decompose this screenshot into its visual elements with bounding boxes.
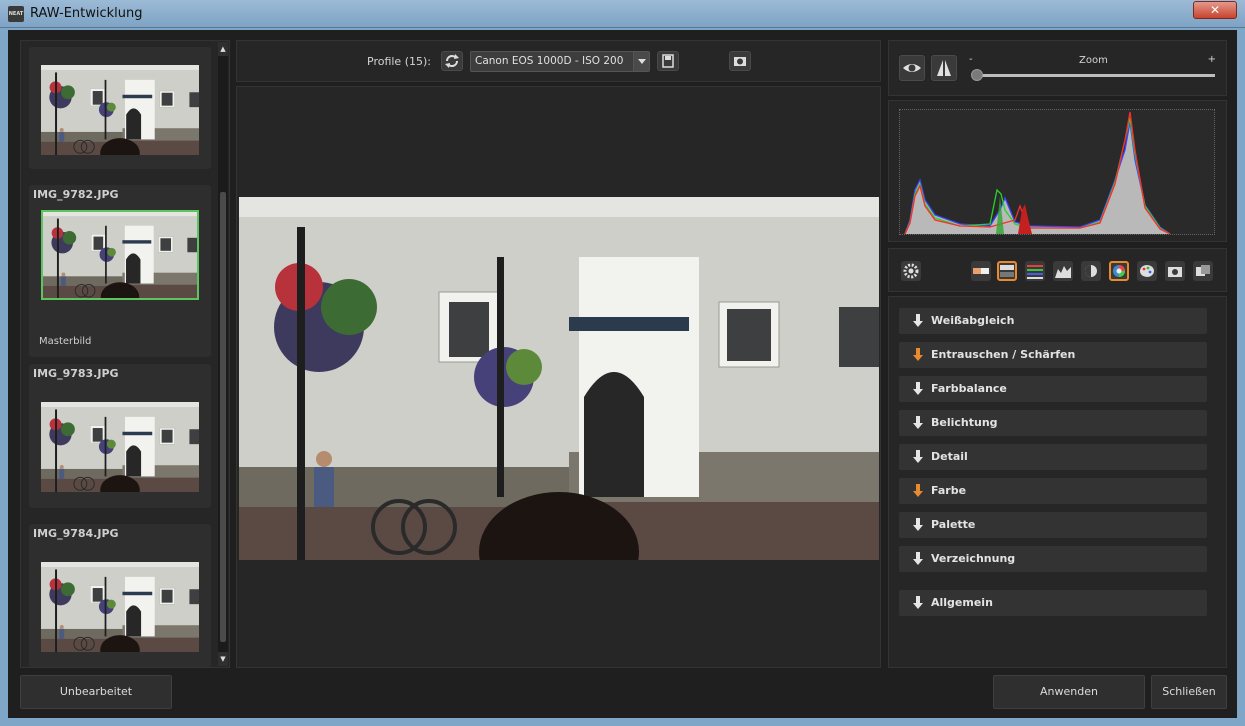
arrow-down-icon	[913, 416, 923, 429]
arrow-down-icon	[913, 382, 923, 395]
thumbnail-image[interactable]	[41, 402, 199, 492]
section-white-balance[interactable]: Weißabgleich	[899, 308, 1207, 334]
filmstrip-panel: IMG_9782.JPG Masterbild IMG_9783.JPG IMG…	[20, 40, 230, 668]
filmstrip-scrollbar[interactable]: ▲ ▼	[218, 42, 228, 666]
profile-select-value: Canon EOS 1000D - ISO 200	[475, 55, 624, 67]
section-general[interactable]: Allgemein	[899, 590, 1207, 616]
gear-icon	[903, 263, 919, 279]
preview-toggle-button[interactable]	[899, 55, 925, 81]
tool-color[interactable]	[1109, 261, 1129, 281]
refresh-icon	[445, 54, 459, 68]
tool-palette[interactable]	[1137, 261, 1157, 281]
tool-gradient[interactable]	[971, 261, 991, 281]
scroll-down-button[interactable]: ▼	[218, 652, 228, 666]
compare-button[interactable]	[931, 55, 957, 81]
window-title: RAW-Entwicklung	[30, 6, 143, 21]
section-label: Verzeichnung	[931, 552, 1016, 565]
eye-icon	[903, 64, 921, 72]
noise-icon	[1000, 265, 1014, 277]
preview-photo[interactable]	[239, 197, 879, 560]
zoom-plus-label: +	[1207, 54, 1216, 65]
arrow-down-icon	[913, 484, 923, 497]
section-color-balance[interactable]: Farbbalance	[899, 376, 1207, 402]
contrast-icon	[1085, 265, 1097, 277]
unedited-button[interactable]: Unbearbeitet	[20, 675, 172, 709]
thumbnail-image[interactable]	[41, 65, 199, 155]
palette-icon	[1140, 265, 1154, 277]
section-label: Belichtung	[931, 416, 998, 429]
tool-exposure[interactable]	[1053, 261, 1073, 281]
gradient-icon	[973, 268, 989, 274]
settings-button[interactable]	[901, 261, 921, 281]
scroll-thumb[interactable]	[220, 192, 226, 642]
tool-detail[interactable]	[1081, 261, 1101, 281]
master-image-label: Masterbild	[39, 336, 92, 347]
arrow-down-icon	[913, 518, 923, 531]
thumbnail-image[interactable]	[41, 562, 199, 652]
zoom-slider-track[interactable]	[975, 74, 1215, 77]
section-exposure[interactable]: Belichtung	[899, 410, 1207, 436]
save-profile-button[interactable]	[657, 51, 679, 71]
histogram	[899, 109, 1215, 235]
section-label: Weißabgleich	[931, 314, 1015, 327]
refresh-profile-button[interactable]	[441, 51, 463, 71]
save-icon	[662, 54, 674, 68]
title-bar: NEAT RAW-Entwicklung ✕	[0, 0, 1245, 28]
color-wheel-icon	[1113, 265, 1125, 277]
camera-icon	[1168, 267, 1182, 277]
section-label: Allgemein	[931, 596, 993, 609]
arrow-down-icon	[913, 552, 923, 565]
thumbnail-card[interactable]: IMG_9784.JPG	[29, 524, 211, 667]
app-icon: NEAT	[8, 6, 24, 22]
section-label: Palette	[931, 518, 976, 531]
section-label: Farbe	[931, 484, 967, 497]
section-distortion[interactable]: Verzeichnung	[899, 546, 1207, 572]
arrow-down-icon	[913, 450, 923, 463]
split-view-icon	[937, 60, 951, 76]
section-noise-sharpen[interactable]: Entrauschen / Schärfen	[899, 342, 1207, 368]
scroll-up-button[interactable]: ▲	[218, 42, 228, 56]
tool-camera[interactable]	[1165, 261, 1185, 281]
zoom-label: Zoom	[1079, 55, 1108, 66]
tool-color-balance[interactable]	[1025, 261, 1045, 281]
zoom-panel: - Zoom +	[888, 40, 1227, 96]
section-label: Detail	[931, 450, 968, 463]
thumbnail-filename: IMG_9783.JPG	[33, 367, 119, 380]
close-window-button[interactable]: ✕	[1193, 1, 1237, 19]
zoom-slider-handle[interactable]	[971, 69, 983, 81]
tool-general[interactable]	[1193, 261, 1213, 281]
section-detail[interactable]: Detail	[899, 444, 1207, 470]
section-label: Farbbalance	[931, 382, 1007, 395]
thumbnail-card[interactable]	[29, 47, 211, 169]
arrow-down-icon	[913, 596, 923, 609]
thumbnail-filename: IMG_9784.JPG	[33, 527, 119, 540]
thumbnail-card[interactable]: IMG_9782.JPG Masterbild	[29, 185, 211, 357]
image-preview-panel	[236, 86, 881, 668]
profile-label: Profile (15):	[367, 55, 431, 68]
arrow-down-icon	[913, 314, 923, 327]
profile-toolbar: Profile (15): Canon EOS 1000D - ISO 200	[236, 40, 881, 82]
thumbnail-image-selected[interactable]	[41, 210, 199, 300]
histogram-icon	[1055, 266, 1071, 278]
color-lines-icon	[1027, 265, 1043, 279]
thumbnail-card[interactable]: IMG_9783.JPG	[29, 364, 211, 508]
layers-icon	[1196, 265, 1210, 276]
section-palette[interactable]: Palette	[899, 512, 1207, 538]
zoom-minus-label: -	[969, 54, 973, 65]
thumbnail-filename: IMG_9782.JPG	[33, 188, 119, 201]
tools-panel	[888, 248, 1227, 292]
profile-select[interactable]: Canon EOS 1000D - ISO 200	[470, 51, 650, 72]
tool-noise-sharpen[interactable]	[997, 261, 1017, 281]
section-label: Entrauschen / Schärfen	[931, 348, 1076, 361]
snapshot-button[interactable]	[729, 51, 751, 71]
close-button[interactable]: Schließen	[1151, 675, 1227, 709]
arrow-down-icon	[913, 348, 923, 361]
histogram-panel	[888, 100, 1227, 242]
adjustments-panel: Weißabgleich Entrauschen / Schärfen Farb…	[888, 296, 1227, 668]
camera-icon	[734, 57, 746, 66]
chevron-down-icon[interactable]	[633, 52, 649, 71]
section-color[interactable]: Farbe	[899, 478, 1207, 504]
apply-button[interactable]: Anwenden	[993, 675, 1145, 709]
